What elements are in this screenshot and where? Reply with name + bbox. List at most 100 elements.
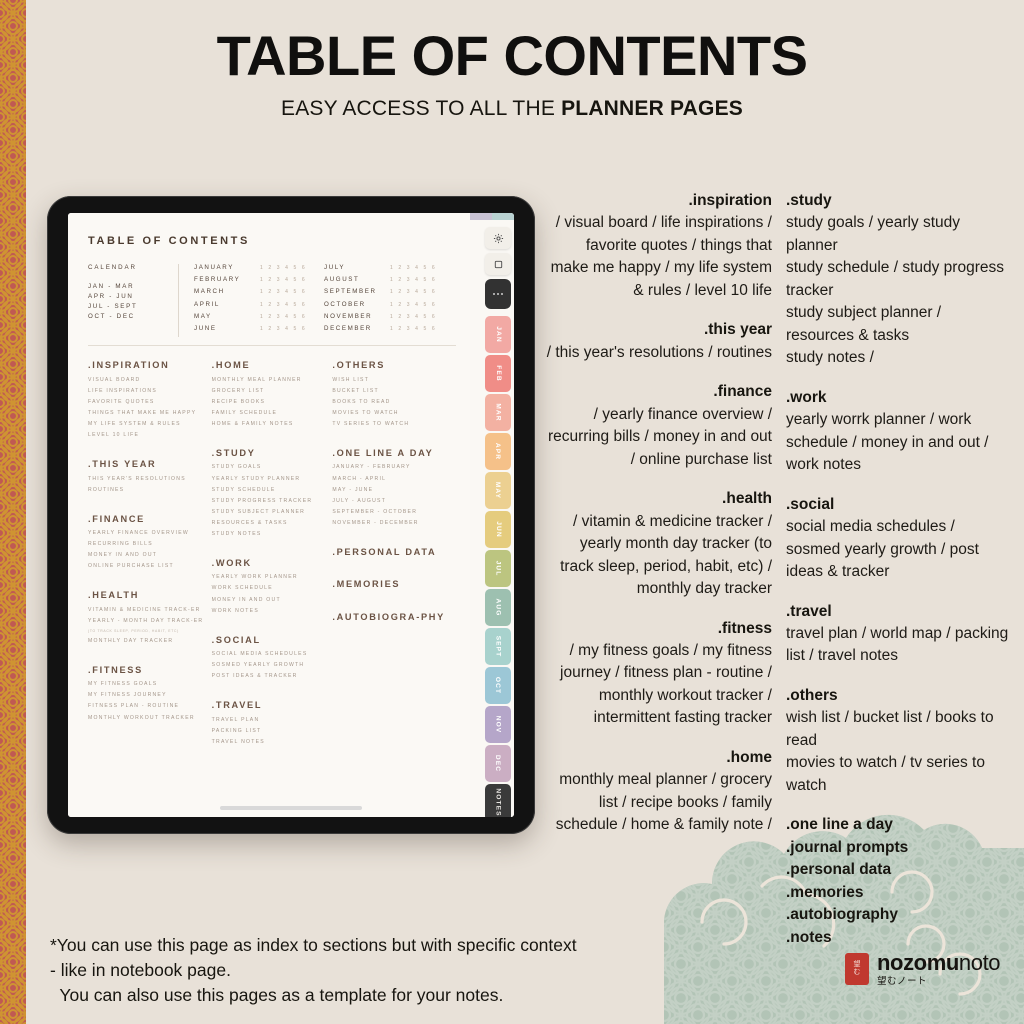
calendar-month-row[interactable]: OCTOBER 1 2 3 4 5 6	[324, 301, 454, 308]
planner-section-item[interactable]: YEARLY WORK PLANNER	[212, 574, 325, 581]
planner-section-heading[interactable]: .PERSONAL DATA	[332, 547, 448, 559]
planner-section-item[interactable]: MY LIFE SYSTEM & RULES	[88, 421, 204, 428]
planner-section-item[interactable]: RECURRING BILLS	[88, 541, 204, 548]
tablet-screen[interactable]: TABLE OF CONTENTS CALENDAR JAN - MAR APR…	[68, 213, 514, 817]
planner-section-heading[interactable]: .FITNESS	[88, 665, 204, 677]
planner-section-item[interactable]: STUDY NOTES	[212, 531, 325, 538]
planner-section-item[interactable]: STUDY SCHEDULE	[212, 487, 325, 494]
planner-section-item[interactable]: RESOURCES & TASKS	[212, 520, 325, 527]
planner-section-item[interactable]: ROUTINES	[88, 487, 204, 494]
planner-section-item[interactable]: RECIPE BOOKS	[212, 399, 325, 406]
planner-section-item[interactable]: STUDY GOALS	[212, 464, 325, 471]
calendar-page-numbers[interactable]: 1 2 3 4 5 6	[260, 277, 307, 283]
calendar-month-row[interactable]: MAY 1 2 3 4 5 6	[194, 313, 324, 320]
planner-section-item[interactable]: TRAVEL NOTES	[212, 739, 325, 746]
planner-section-item[interactable]: MARCH - APRIL	[332, 476, 448, 483]
month-tab-nov[interactable]: NOV	[485, 706, 511, 743]
planner-section-item[interactable]: YEARLY - MONTH DAY TRACK-ER	[88, 618, 204, 625]
planner-section-item[interactable]: VISUAL BOARD	[88, 377, 204, 384]
planner-section-item[interactable]: TV SERIES TO WATCH	[332, 421, 448, 428]
bold-section-item[interactable]: .autobiography	[786, 904, 1012, 926]
month-tab-notes[interactable]: NOTES	[485, 784, 511, 817]
planner-section-item[interactable]: THIS YEAR'S RESOLUTIONS	[88, 476, 204, 483]
planner-section-item[interactable]: WORK NOTES	[212, 608, 325, 615]
month-tab-dec[interactable]: DEC	[485, 745, 511, 782]
planner-section-item[interactable]: VITAMIN & MEDICINE TRACK-ER	[88, 607, 204, 614]
planner-section-heading[interactable]: .STUDY	[212, 448, 325, 460]
bold-section-item[interactable]: .notes	[786, 927, 1012, 949]
planner-section-item[interactable]: WISH LIST	[332, 377, 448, 384]
bold-section-item[interactable]: .personal data	[786, 859, 1012, 881]
planner-section-item[interactable]: MONEY IN AND OUT	[212, 597, 325, 604]
calendar-page-numbers[interactable]: 1 2 3 4 5 6	[260, 302, 307, 308]
month-tab-sept[interactable]: SEPT	[485, 628, 511, 665]
planner-section-heading[interactable]: .MEMORIES	[332, 579, 448, 591]
calendar-page-numbers[interactable]: 1 2 3 4 5 6	[390, 314, 437, 320]
planner-section-item[interactable]: FITNESS PLAN - ROUTINE	[88, 703, 204, 710]
planner-section-item[interactable]: STUDY SUBJECT PLANNER	[212, 509, 325, 516]
month-tab-oct[interactable]: OCT	[485, 667, 511, 704]
planner-section-item[interactable]: MONEY IN AND OUT	[88, 552, 204, 559]
planner-section-item[interactable]: FAVORITE QUOTES	[88, 399, 204, 406]
planner-section-item[interactable]: ONLINE PURCHASE LIST	[88, 563, 204, 570]
planner-section-heading[interactable]: .WORK	[212, 558, 325, 570]
planner-section-item[interactable]: SOCIAL MEDIA SCHEDULES	[212, 651, 325, 658]
planner-section-item[interactable]: STUDY PROGRESS TRACKER	[212, 498, 325, 505]
planner-section-heading[interactable]: .INSPIRATION	[88, 360, 204, 372]
calendar-page-numbers[interactable]: 1 2 3 4 5 6	[390, 302, 437, 308]
planner-section-heading[interactable]: .SOCIAL	[212, 635, 325, 647]
calendar-month-row[interactable]: NOVEMBER 1 2 3 4 5 6	[324, 313, 454, 320]
planner-section-item[interactable]: THINGS THAT MAKE ME HAPPY	[88, 410, 204, 417]
calendar-page-numbers[interactable]: 1 2 3 4 5 6	[390, 265, 437, 271]
calendar-month-row[interactable]: JUNE 1 2 3 4 5 6	[194, 325, 324, 332]
planner-section-item[interactable]: TRAVEL PLAN	[212, 717, 325, 724]
month-tab-may[interactable]: MAY	[485, 472, 511, 509]
planner-section-heading[interactable]: .AUTOBIOGRA-PHY	[332, 612, 448, 624]
calendar-page-numbers[interactable]: 1 2 3 4 5 6	[260, 289, 307, 295]
month-tab-apr[interactable]: APR	[485, 433, 511, 470]
calendar-month-row[interactable]: AUGUST 1 2 3 4 5 6	[324, 276, 454, 283]
month-tab-mar[interactable]: MAR	[485, 394, 511, 431]
calendar-page-numbers[interactable]: 1 2 3 4 5 6	[390, 277, 437, 283]
bold-section-item[interactable]: .journal prompts	[786, 837, 1012, 859]
calendar-month-row[interactable]: MARCH 1 2 3 4 5 6	[194, 288, 324, 295]
quarter-item[interactable]: JUL - SEPT	[88, 303, 178, 310]
planner-section-item[interactable]: SOSMED YEARLY GROWTH	[212, 662, 325, 669]
calendar-page-numbers[interactable]: 1 2 3 4 5 6	[390, 289, 437, 295]
planner-section-item[interactable]: LIFE INSPIRATIONS	[88, 388, 204, 395]
calendar-month-row[interactable]: SEPTEMBER 1 2 3 4 5 6	[324, 288, 454, 295]
calendar-page-numbers[interactable]: 1 2 3 4 5 6	[390, 326, 437, 332]
month-tab-jun[interactable]: JUN	[485, 511, 511, 548]
planner-section-heading[interactable]: .TRAVEL	[212, 700, 325, 712]
planner-section-item[interactable]: (TO TRACK SLEEP, PERIOD, HABIT, ETC)	[88, 629, 204, 634]
planner-section-item[interactable]: POST IDEAS & TRACKER	[212, 673, 325, 680]
settings-gear-icon[interactable]	[485, 227, 511, 249]
planner-section-item[interactable]: PACKING LIST	[212, 728, 325, 735]
planner-section-item[interactable]: LEVEL 10 LIFE	[88, 432, 204, 439]
quarter-item[interactable]: JAN - MAR	[88, 283, 178, 290]
planner-section-item[interactable]: GROCERY LIST	[212, 388, 325, 395]
month-tab-aug[interactable]: AUG	[485, 589, 511, 626]
calendar-page-numbers[interactable]: 1 2 3 4 5 6	[260, 314, 307, 320]
planner-section-item[interactable]: MONTHLY WORKOUT TRACKER	[88, 715, 204, 722]
calendar-month-row[interactable]: FEBRUARY 1 2 3 4 5 6	[194, 276, 324, 283]
more-options-icon[interactable]	[485, 279, 511, 309]
calendar-month-row[interactable]: APRIL 1 2 3 4 5 6	[194, 301, 324, 308]
bold-section-item[interactable]: .one line a day	[786, 814, 1012, 836]
planner-section-item[interactable]: WORK SCHEDULE	[212, 585, 325, 592]
quarter-item[interactable]: APR - JUN	[88, 293, 178, 300]
planner-page[interactable]: TABLE OF CONTENTS CALENDAR JAN - MAR APR…	[68, 213, 470, 817]
planner-section-item[interactable]: YEARLY FINANCE OVERVIEW	[88, 530, 204, 537]
planner-section-heading[interactable]: .HEALTH	[88, 590, 204, 602]
calendar-page-numbers[interactable]: 1 2 3 4 5 6	[260, 326, 307, 332]
planner-section-item[interactable]: FAMILY SCHEDULE	[212, 410, 325, 417]
planner-section-item[interactable]: JANUARY - FEBRUARY	[332, 464, 448, 471]
planner-section-item[interactable]: MAY - JUNE	[332, 487, 448, 494]
planner-section-item[interactable]: SEPTEMBER - OCTOBER	[332, 509, 448, 516]
square-frame-icon[interactable]	[485, 253, 511, 275]
planner-section-heading[interactable]: .THIS YEAR	[88, 459, 204, 471]
calendar-month-row[interactable]: DECEMBER 1 2 3 4 5 6	[324, 325, 454, 332]
calendar-month-row[interactable]: JULY 1 2 3 4 5 6	[324, 264, 454, 271]
month-tab-feb[interactable]: FEB	[485, 355, 511, 392]
planner-section-item[interactable]: MY FITNESS GOALS	[88, 681, 204, 688]
